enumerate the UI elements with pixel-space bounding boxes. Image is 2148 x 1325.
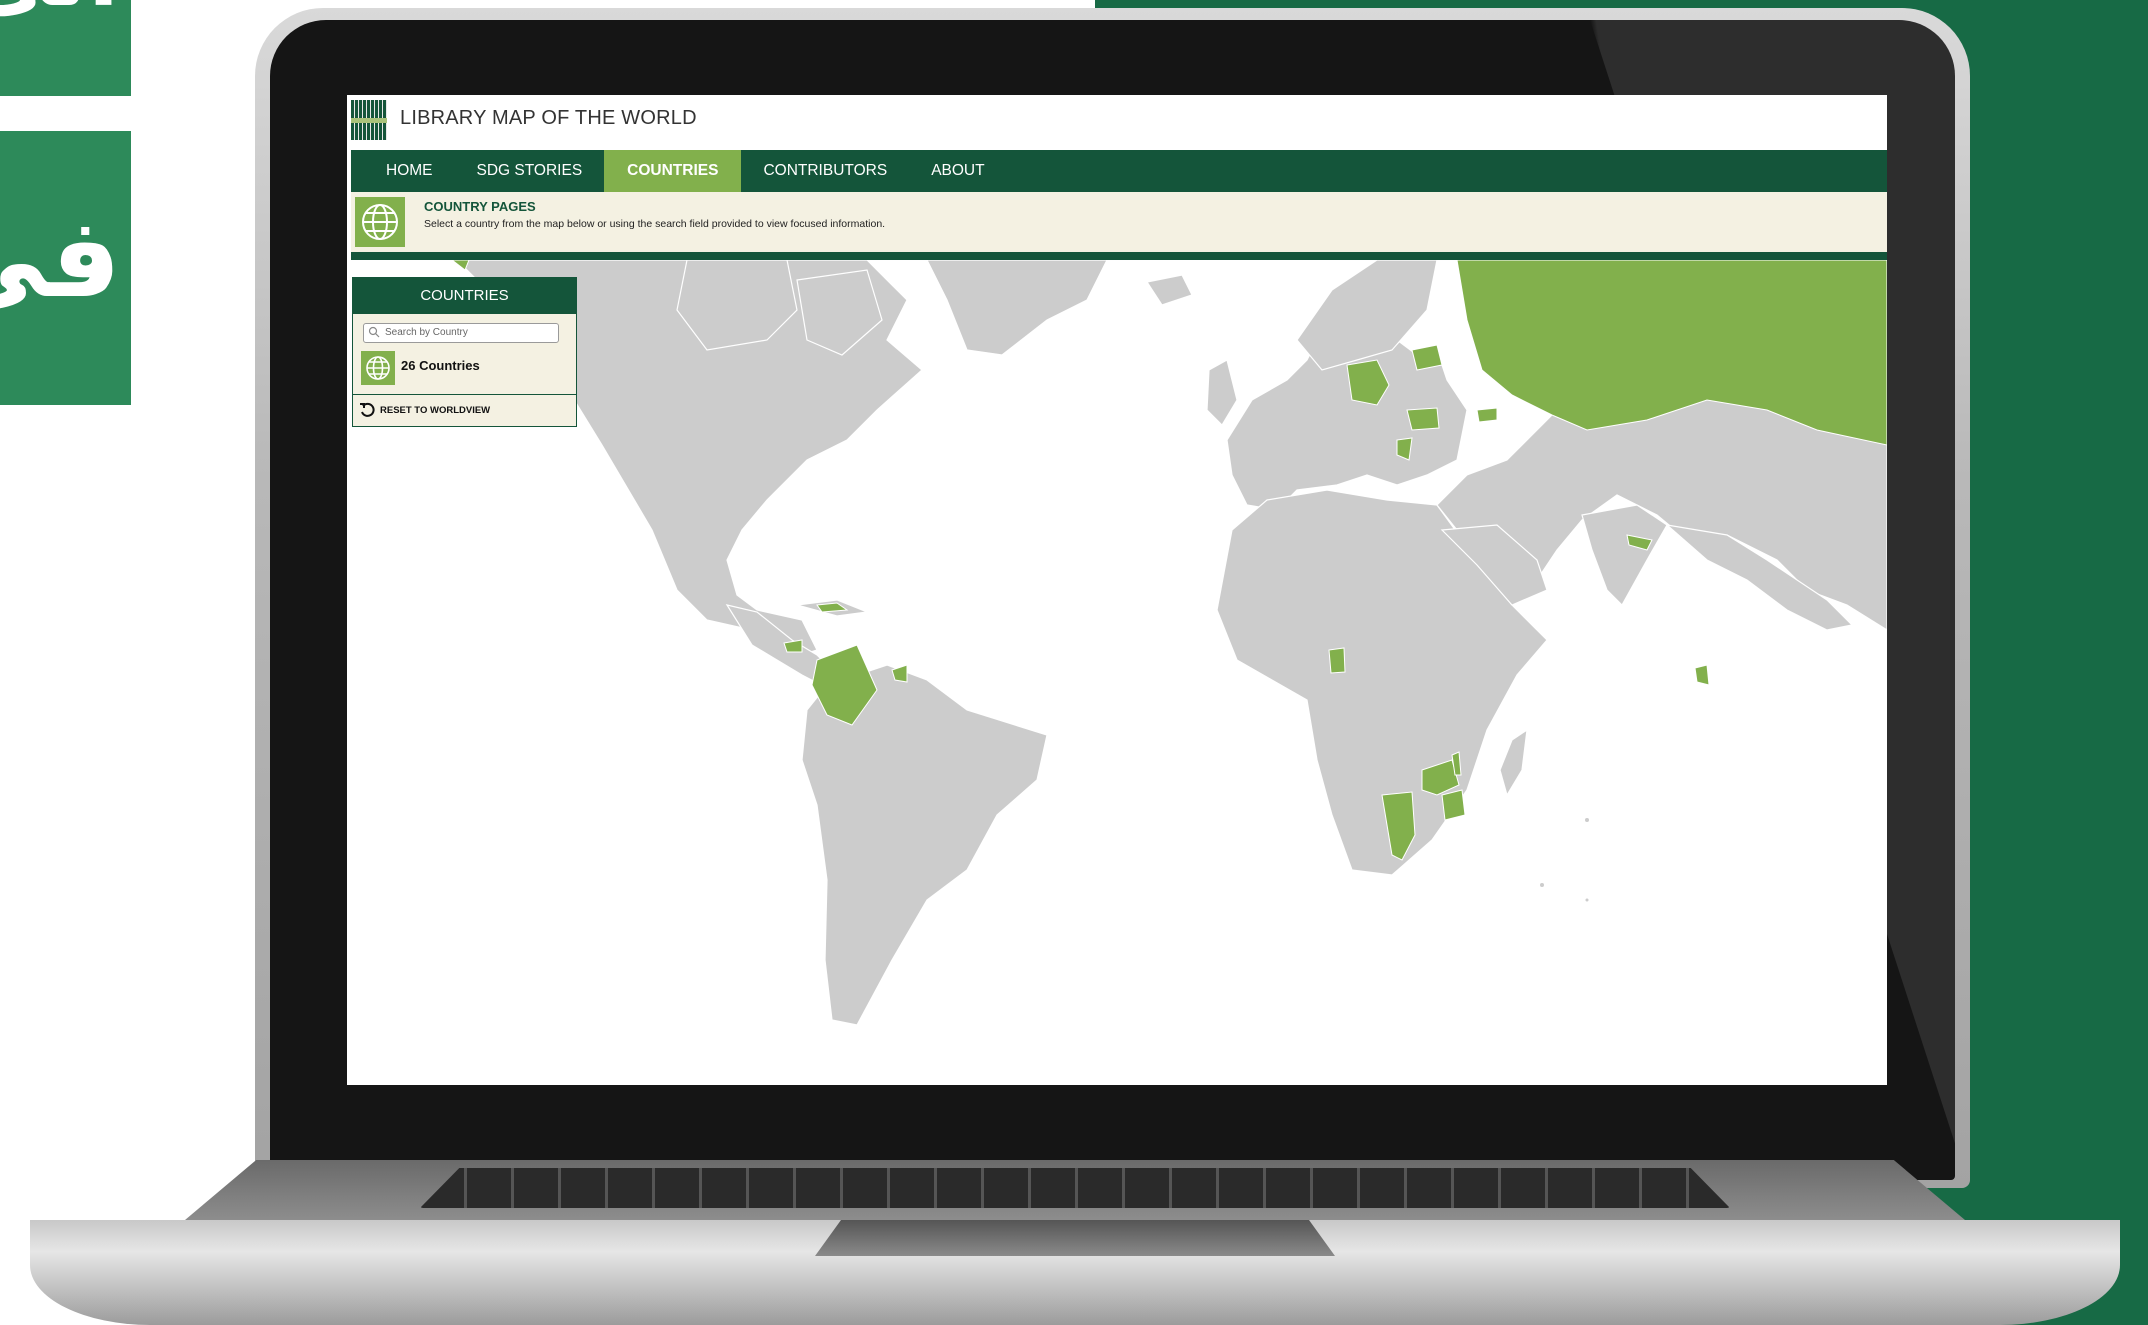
- countries-count[interactable]: 26 Countries: [401, 358, 480, 373]
- country-belarus[interactable]: [1411, 344, 1443, 371]
- main-nav: HOME SDG STORIES COUNTRIES CONTRIBUTORS …: [351, 150, 1887, 192]
- banner-divider: [351, 252, 1887, 260]
- reset-worldview-button[interactable]: RESET TO WORLDVIEW: [359, 400, 490, 420]
- countries-panel: COUNTRIES Search by Country 26 Countries: [352, 277, 577, 427]
- globe-icon: [355, 197, 405, 247]
- laptop-base: [30, 1160, 2120, 1325]
- nav-about[interactable]: ABOUT: [909, 150, 1006, 192]
- country-georgia[interactable]: [1476, 407, 1498, 423]
- nav-countries[interactable]: COUNTRIES: [604, 150, 742, 192]
- logo-stripe: [351, 118, 387, 123]
- browser-screen: LIBRARY MAP OF THE WORLD HOME SDG STORIE…: [347, 95, 1887, 1085]
- site-title[interactable]: LIBRARY MAP OF THE WORLD: [400, 107, 697, 130]
- search-input[interactable]: Search by Country: [363, 323, 559, 343]
- laptop-notch: [815, 1220, 1335, 1256]
- page-subtitle: Select a country from the map below or u…: [424, 218, 886, 230]
- laptop-keyboard: [420, 1168, 1730, 1208]
- nav-contributors[interactable]: CONTRIBUTORS: [741, 150, 909, 192]
- page-title: COUNTRY PAGES: [424, 199, 536, 214]
- country-malaysia[interactable]: [1694, 664, 1710, 686]
- countries-panel-title: COUNTRIES: [353, 278, 576, 314]
- site-header: LIBRARY MAP OF THE WORLD: [347, 95, 1887, 150]
- arabic-tile-top-text: الى: [0, 0, 119, 20]
- panel-divider: [353, 394, 576, 395]
- arabic-tile-top: الى: [0, 0, 131, 96]
- arabic-tile-bottom-text: في: [0, 194, 121, 322]
- nav-sdg-stories[interactable]: SDG STORIES: [455, 150, 605, 192]
- country-zimbabwe[interactable]: [1441, 789, 1466, 821]
- search-placeholder: Search by Country: [385, 327, 468, 338]
- world-map[interactable]: [347, 260, 1887, 1085]
- search-icon: [368, 326, 380, 338]
- page-banner: COUNTRY PAGES Select a country from the …: [351, 192, 1887, 252]
- country-ghana[interactable]: [1328, 647, 1346, 674]
- countries-globe-icon: [361, 351, 395, 385]
- nav-home[interactable]: HOME: [351, 150, 455, 192]
- reset-icon: [360, 402, 375, 417]
- ifla-logo-icon[interactable]: [351, 100, 387, 140]
- arabic-tile-bottom: في: [0, 131, 131, 405]
- reset-worldview-label: RESET TO WORLDVIEW: [380, 404, 491, 416]
- country-romania[interactable]: [1406, 407, 1440, 431]
